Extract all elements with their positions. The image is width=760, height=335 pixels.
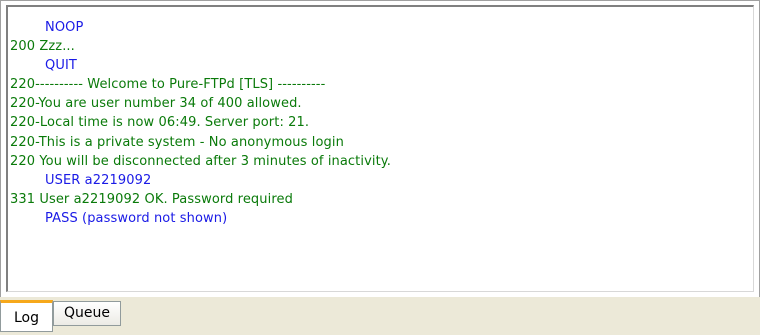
log-line-command: USER a2219092 [45, 172, 152, 188]
log-line-command: QUIT [45, 58, 77, 74]
log-line-response: 331 User a2219092 OK. Password required [10, 191, 293, 207]
log-text-area[interactable]: NOOP 200 Zzz... QUIT 220---------- Welco… [6, 5, 754, 292]
log-line-response: 220 You will be disconnected after 3 min… [10, 153, 391, 169]
log-lines: NOOP 200 Zzz... QUIT 220---------- Welco… [10, 18, 391, 228]
log-line-response: 220-This is a private system - No anonym… [10, 134, 344, 150]
ftp-client-window: NOOP 200 Zzz... QUIT 220---------- Welco… [0, 0, 760, 335]
log-line-response: 220-You are user number 34 of 400 allowe… [10, 96, 302, 112]
tab-queue[interactable]: Queue [53, 301, 121, 326]
log-line-command: PASS (password not shown) [45, 210, 228, 226]
log-line-response: 220---------- Welcome to Pure-FTPd [TLS]… [10, 77, 326, 93]
bottom-tab-bar: Log Queue [0, 297, 760, 335]
tab-log[interactable]: Log [0, 300, 53, 332]
log-panel: NOOP 200 Zzz... QUIT 220---------- Welco… [0, 0, 760, 298]
log-line-response: 220-Local time is now 06:49. Server port… [10, 115, 310, 131]
log-line-response: 200 Zzz... [10, 39, 75, 55]
log-line-command: NOOP [45, 20, 84, 35]
